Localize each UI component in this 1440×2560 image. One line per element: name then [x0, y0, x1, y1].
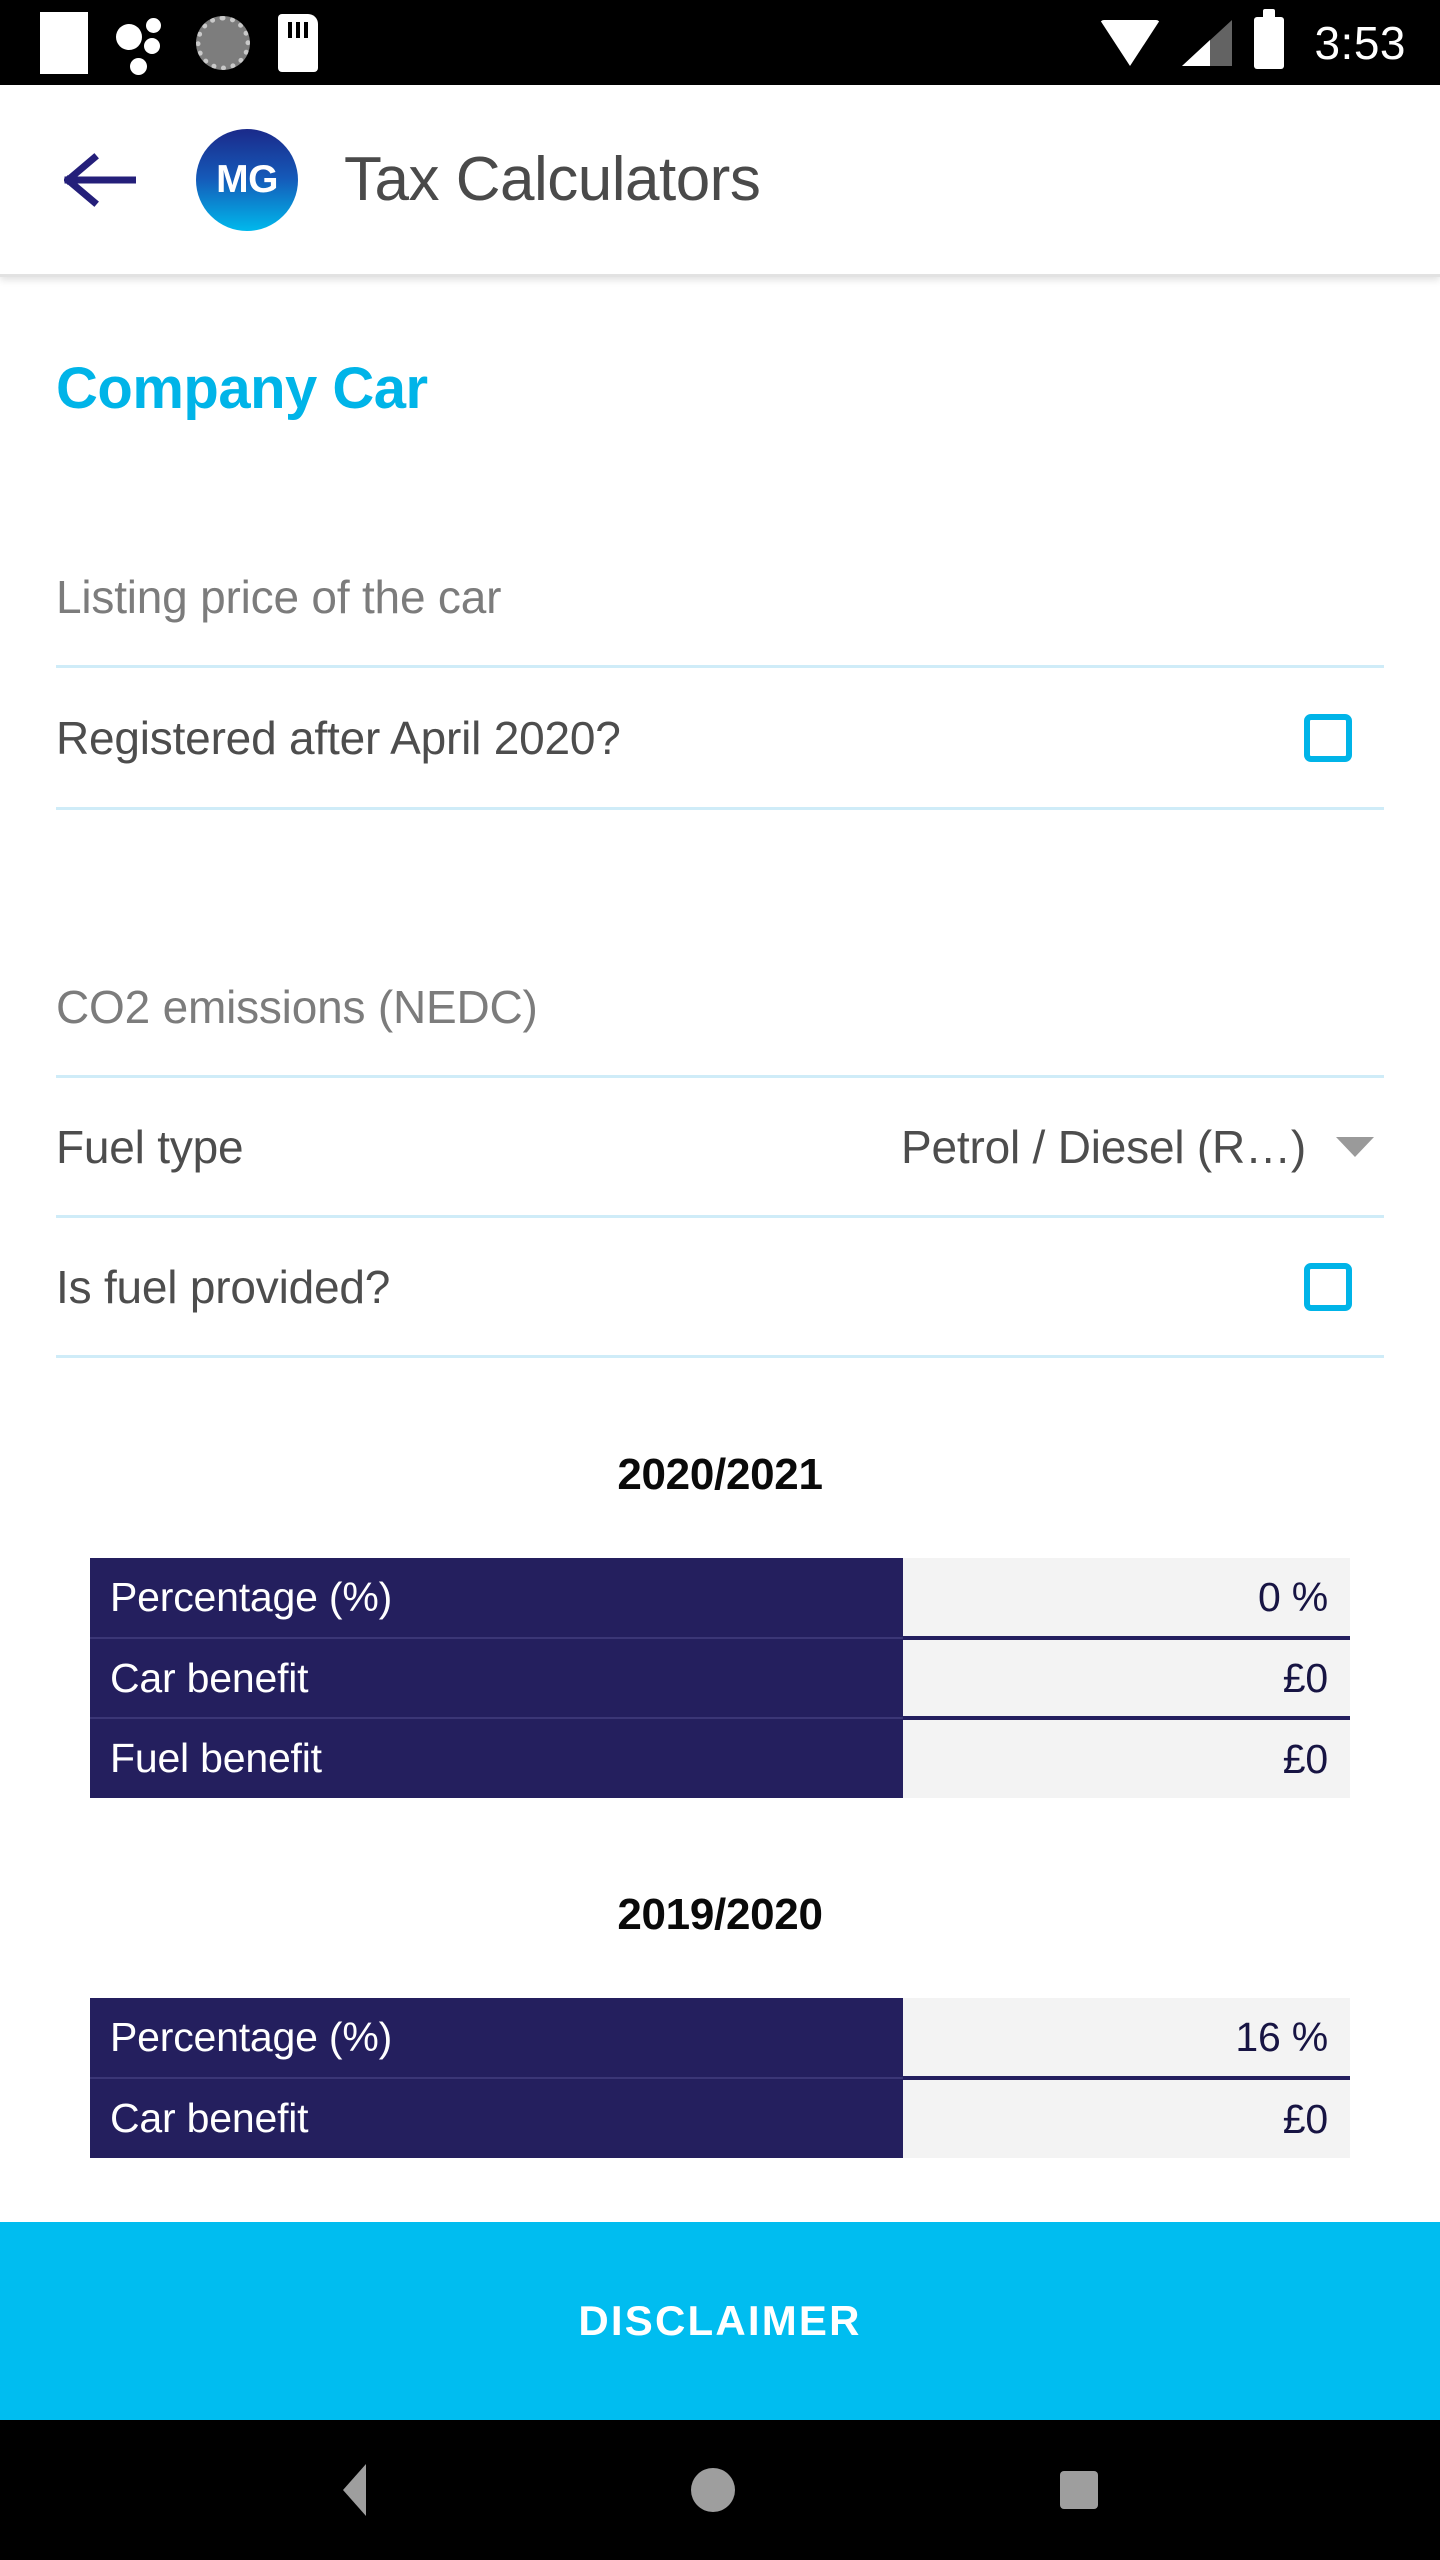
nav-back-icon[interactable]	[342, 2464, 366, 2516]
table-cell-value: 16 %	[903, 1998, 1350, 2080]
table-row: Car benefit £0	[90, 1638, 1350, 1720]
status-bar-notification-icons	[40, 11, 1100, 75]
section-title: Company Car	[56, 356, 428, 421]
fuel-provided-row[interactable]: Is fuel provided?	[56, 1218, 1384, 1358]
status-bar-clock: 3:53	[1314, 16, 1406, 69]
fuel-provided-label: Is fuel provided?	[56, 1260, 391, 1313]
dots-icon	[116, 14, 168, 75]
nav-home-icon[interactable]	[690, 2468, 735, 2512]
table-row: Percentage (%) 0 %	[90, 1558, 1350, 1640]
result-table: Percentage (%) 16 % Car benefit £0	[90, 1998, 1350, 2158]
registered-after-2020-checkbox[interactable]	[1304, 713, 1352, 762]
table-cell-label: Car benefit	[90, 1638, 903, 1719]
sd-card-icon	[278, 13, 318, 72]
status-bar: 3:53	[0, 0, 1440, 85]
fuel-type-row[interactable]: Fuel type Petrol / Diesel (R…)	[56, 1078, 1384, 1218]
registered-after-2020-row[interactable]: Registered after April 2020?	[56, 668, 1384, 810]
table-row: Fuel benefit £0	[90, 1718, 1350, 1798]
wifi-icon	[1100, 19, 1161, 66]
result-table: Percentage (%) 0 % Car benefit £0 Fuel b…	[90, 1558, 1350, 1798]
registered-after-2020-label: Registered after April 2020?	[56, 711, 621, 764]
table-cell-label: Percentage (%)	[90, 1998, 903, 2079]
result-block-2019-2020: 2019/2020 Percentage (%) 16 % Car benefi…	[0, 1890, 1440, 2158]
result-block-2020-2021: 2020/2021 Percentage (%) 0 % Car benefit…	[0, 1450, 1440, 1798]
signal-icon	[1182, 19, 1233, 66]
battery-icon	[1254, 8, 1285, 69]
android-nav-bar	[0, 2420, 1440, 2560]
gear-icon	[196, 15, 250, 70]
scroll-content[interactable]: Company Car Listing price of the car Reg…	[0, 277, 1440, 2420]
fuel-type-value: Petrol / Diesel (R…)	[901, 1120, 1306, 1173]
fuel-type-select[interactable]: Petrol / Diesel (R…)	[901, 1120, 1384, 1174]
listing-price-input[interactable]: Listing price of the car	[56, 570, 501, 624]
disclaimer-label: DISCLAIMER	[578, 2297, 862, 2344]
fuel-provided-checkbox[interactable]	[1304, 1262, 1352, 1311]
app-bar: MG Tax Calculators	[0, 85, 1440, 277]
status-bar-system-icons: 3:53	[1100, 8, 1406, 70]
co2-emissions-input[interactable]: CO2 emissions (NEDC)	[56, 980, 538, 1034]
listing-price-field[interactable]: Listing price of the car	[56, 528, 1384, 668]
co2-emissions-field[interactable]: CO2 emissions (NEDC)	[56, 938, 1384, 1078]
table-cell-value: 0 %	[903, 1558, 1350, 1640]
result-title: 2019/2020	[617, 1890, 823, 1939]
table-cell-label: Fuel benefit	[90, 1718, 903, 1798]
table-cell-value: £0	[903, 1638, 1350, 1720]
brand-logo-text: MG	[216, 157, 278, 201]
disclaimer-button[interactable]: DISCLAIMER	[0, 2222, 1440, 2420]
back-arrow-icon	[64, 152, 136, 208]
table-row: Car benefit £0	[90, 2078, 1350, 2158]
table-cell-label: Car benefit	[90, 2078, 903, 2158]
chevron-down-icon	[1336, 1136, 1374, 1157]
table-cell-value: £0	[903, 1718, 1350, 1798]
result-title: 2020/2021	[617, 1450, 823, 1499]
screenshot-icon	[40, 11, 88, 74]
phone-screen: 3:53 MG Tax Calculators Company Car List…	[0, 0, 1440, 2560]
table-row: Percentage (%) 16 %	[90, 1998, 1350, 2080]
nav-recents-icon[interactable]	[1059, 2471, 1098, 2509]
brand-logo: MG	[196, 128, 298, 231]
page-title: Tax Calculators	[344, 145, 761, 214]
fuel-type-label: Fuel type	[56, 1120, 244, 1173]
form-spacer	[56, 810, 1384, 938]
company-car-form: Listing price of the car Registered afte…	[0, 528, 1440, 1358]
back-button[interactable]	[60, 140, 140, 220]
table-cell-value: £0	[903, 2078, 1350, 2158]
table-cell-label: Percentage (%)	[90, 1558, 903, 1639]
